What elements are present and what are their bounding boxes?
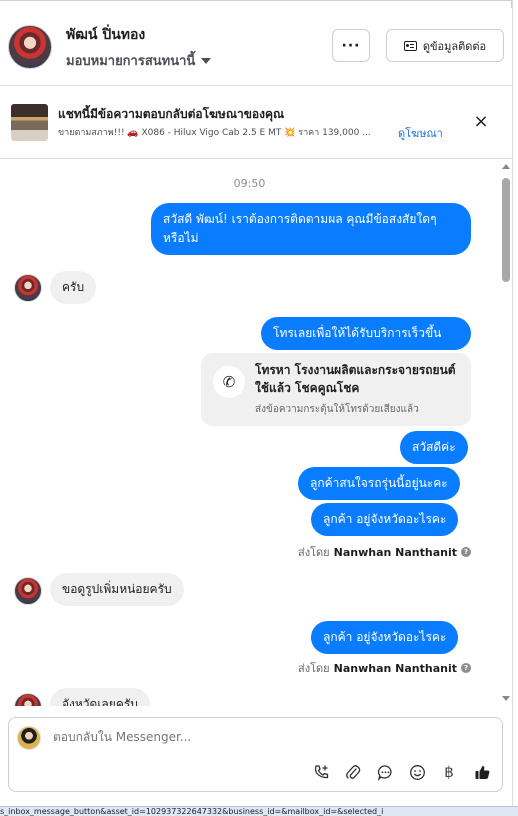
panel-top-border [0,0,512,8]
incoming-message[interactable]: จังหวัดเลยครับ [50,688,150,706]
close-icon[interactable]: × [472,113,490,131]
assign-conversation-dropdown[interactable]: มอบหมายการสนทนานี้ [66,50,212,71]
contact-avatar-small [14,274,42,302]
sent-by-prefix: ส่งโดย [298,662,330,675]
saved-reply-icon[interactable] [375,762,395,782]
caret-down-icon [201,57,212,64]
help-icon[interactable]: ? [461,547,471,557]
ad-banner-title: แชทนี้มีข้อความตอบกลับต่อโฆษณาของคุณ [58,107,285,121]
outgoing-message[interactable]: สวัสดีค่ะ [400,431,468,464]
contact-avatar-small [14,577,42,605]
messenger-chat-panel: พัฒน์ ปิ่นทอง มอบหมายการสนทนานี้ ··· ดูข… [0,0,518,816]
baht-currency-icon[interactable]: ฿ [439,762,459,782]
ad-reply-banner: แชทนี้มีข้อความตอบกลับต่อโฆษณาของคุณ ขาย… [0,87,513,159]
emoji-icon[interactable] [407,762,427,782]
ad-banner-subtitle: ขายตามสภาพ!!! 🚗 X086 - Hilux Vigo Cab 2.… [58,128,371,138]
incoming-message[interactable]: ครับ [50,271,97,304]
contact-avatar[interactable] [8,25,52,69]
contact-name[interactable]: พัฒน์ ปิ่นทอง [66,24,145,46]
more-options-button[interactable]: ··· [332,29,370,62]
call-card-subtitle: ส่งข้อความกระตุ้นให้โทรด้วยเสียงแล้ว [255,404,419,415]
sent-by-label: ส่งโดย Nanwhan Nanthanit ? [298,659,471,677]
phone-icon: ✆ [213,366,245,398]
outgoing-message[interactable]: ลูกค้า อยู่จังหวัดอะไรคะ [311,621,459,654]
add-phone-icon[interactable] [311,762,331,782]
sender-name: Nanwhan Nanthanit [333,661,457,675]
view-contact-info-button[interactable]: ดูข้อมูลติดต่อ [386,29,504,62]
scrollbar-thumb[interactable] [502,178,510,282]
help-icon[interactable]: ? [461,663,471,673]
ad-thumbnail [11,104,48,141]
message-list[interactable]: 09:50 สวัสดี พัฒน์! เราต้องการติดตามผล ค… [0,160,499,706]
contact-card-icon [403,40,417,51]
reply-input[interactable] [53,730,353,744]
sender-name: Nanwhan Nanthanit [333,545,457,559]
sent-by-label: ส่งโดย Nanwhan Nanthanit ? [298,543,471,561]
sent-by-prefix: ส่งโดย [298,546,330,559]
thumbs-up-icon[interactable] [472,762,492,782]
message-composer: ฿ [8,717,503,792]
view-ad-link[interactable]: ดูโฆษณา [398,124,443,142]
assign-label: มอบหมายการสนทนานี้ [66,54,196,69]
scroll-down-arrow-icon[interactable] [502,696,510,701]
outgoing-message[interactable]: ลูกค้า อยู่จังหวัดอะไรคะ [311,503,459,536]
panel-right-edge [512,0,518,806]
incoming-message[interactable]: ขอดูรูปเพิ่มหน่อยครับ [50,573,184,606]
scroll-up-arrow-icon[interactable] [502,164,510,169]
call-card-title: โทรหา โรงงานผลิตและกระจายรถยนต์ใช้แล้ว โ… [255,363,456,395]
browser-status-bar: s_inbox_message_button&asset_id=10293732… [0,806,518,816]
timestamp: 09:50 [233,177,266,190]
outgoing-message[interactable]: สวัสดี พัฒน์! เราต้องการติดตามผล คุณมีข้… [151,203,471,255]
outgoing-message[interactable]: โทรเลยเพื่อให้ได้รับบริการเร็วขึ้น [261,317,471,350]
contact-avatar-small [14,693,42,706]
view-contact-label: ดูข้อมูลติดต่อ [422,39,487,53]
attachment-icon[interactable] [343,762,363,782]
page-avatar [17,726,41,750]
outgoing-message[interactable]: ลูกค้าสนใจรถรุ่นนี้อยู่นะคะ [298,467,460,500]
call-request-card[interactable]: ✆ โทรหา โรงงานผลิตและกระจายรถยนต์ใช้แล้ว… [201,353,471,426]
conversation-header: พัฒน์ ปิ่นทอง มอบหมายการสนทนานี้ ··· ดูข… [0,8,513,86]
